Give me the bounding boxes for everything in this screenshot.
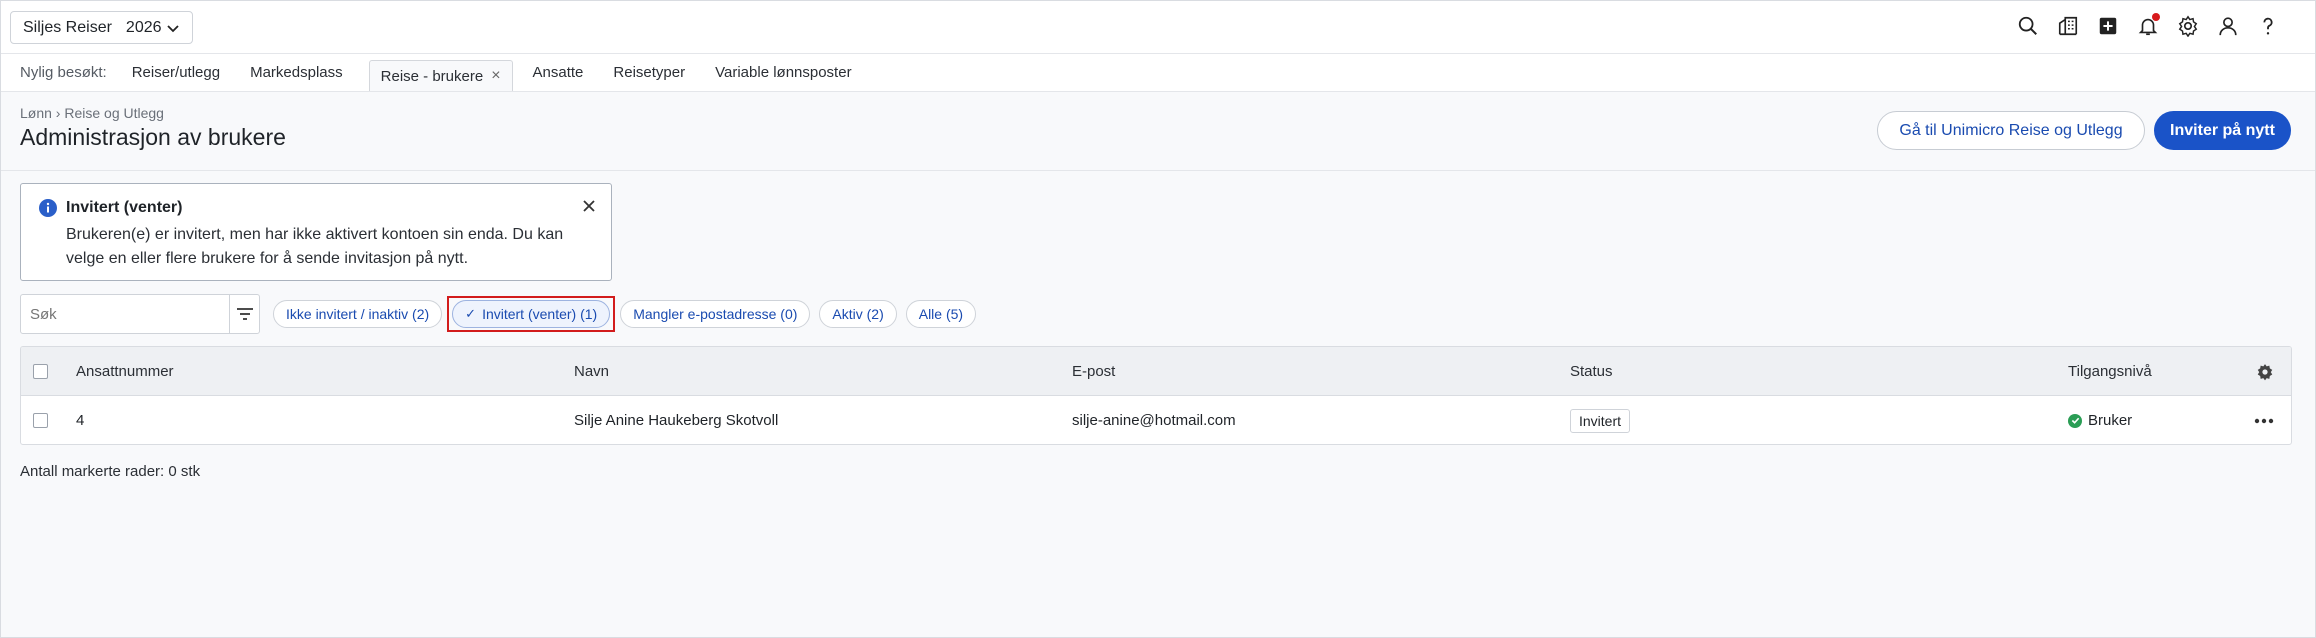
recent-tab-label: Reise - brukere xyxy=(380,67,484,85)
breadcrumb[interactable]: Lønn › Reise og Utlegg xyxy=(20,105,164,121)
table-settings[interactable] xyxy=(2256,347,2274,396)
top-bar: Siljes Reiser 2026 xyxy=(1,1,2315,54)
selected-rows-count: Antall markerte rader: 0 stk xyxy=(20,463,201,480)
add-icon[interactable] xyxy=(2097,15,2119,37)
more-horizontal-icon xyxy=(2254,418,2274,423)
search-field xyxy=(20,294,260,334)
col-employee-no[interactable]: Ansattnummer xyxy=(76,347,174,396)
users-table: Ansattnummer Navn E-post Status Tilgangs… xyxy=(20,346,2292,445)
col-status[interactable]: Status xyxy=(1570,347,1613,396)
reinvite-button[interactable]: Inviter på nytt xyxy=(2154,111,2291,150)
cell-access: Bruker xyxy=(2068,396,2133,444)
company-selector[interactable]: Siljes Reiser 2026 xyxy=(10,11,193,44)
select-all-checkbox-cell xyxy=(33,347,48,396)
recent-label: Nylig besøkt: xyxy=(20,64,107,81)
chip-missing-email[interactable]: Mangler e-postadresse (0) xyxy=(620,300,811,328)
recent-link-travel-types[interactable]: Reisetyper xyxy=(613,64,685,81)
help-icon[interactable] xyxy=(2257,15,2279,37)
user-icon[interactable] xyxy=(2217,15,2239,37)
company-icon[interactable] xyxy=(2057,15,2079,37)
highlight-box: ✓ Invitert (venter) (1) xyxy=(447,296,616,332)
info-banner: Invitert (venter) Brukeren(e) er inviter… xyxy=(20,183,612,281)
table-header: Ansattnummer Navn E-post Status Tilgangs… xyxy=(21,347,2291,396)
company-year: 2026 xyxy=(125,18,162,36)
row-menu-button[interactable] xyxy=(2254,396,2274,444)
row-checkbox-cell xyxy=(33,396,48,444)
recent-bar: Nylig besøkt: Reiser/utlegg Markedsplass… xyxy=(1,54,2315,92)
access-level: Bruker xyxy=(2088,412,2133,429)
info-text: Brukeren(e) er invitert, men har ikke ak… xyxy=(66,226,564,267)
cell-employee-no: 4 xyxy=(76,412,85,429)
row-checkbox[interactable] xyxy=(33,413,48,428)
search-icon[interactable] xyxy=(2017,15,2039,37)
goto-reise-button[interactable]: Gå til Unimicro Reise og Utlegg xyxy=(1877,111,2145,150)
table-row[interactable]: 4 Silje Anine Haukeberg Skotvoll silje-a… xyxy=(21,396,2291,444)
close-icon[interactable] xyxy=(581,198,597,214)
close-icon[interactable]: × xyxy=(491,67,500,85)
gear-icon[interactable] xyxy=(2177,15,2199,37)
check-circle-icon xyxy=(2068,413,2082,428)
status-badge: Invitert xyxy=(1570,408,1631,433)
cell-status: Invitert xyxy=(1570,396,1631,444)
cell-email: silje-anine@hotmail.com xyxy=(1072,412,1236,429)
page-title: Administrasjon av brukere xyxy=(20,124,286,150)
check-icon: ✓ xyxy=(465,306,477,321)
filter-icon xyxy=(236,308,253,320)
recent-link-employees[interactable]: Ansatte xyxy=(533,64,584,81)
col-name[interactable]: Navn xyxy=(574,347,609,396)
chip-invited[interactable]: ✓ Invitert (venter) (1) xyxy=(452,300,611,328)
info-icon xyxy=(39,199,57,217)
chip-not-invited[interactable]: Ikke invitert / inaktiv (2) xyxy=(273,300,443,328)
recent-tab-active[interactable]: Reise - brukere × xyxy=(368,60,513,91)
gear-icon xyxy=(2257,363,2273,380)
cell-name: Silje Anine Haukeberg Skotvoll xyxy=(574,412,779,429)
select-all-checkbox[interactable] xyxy=(33,364,48,379)
chip-active[interactable]: Aktiv (2) xyxy=(819,300,897,328)
info-title: Invitert (venter) xyxy=(66,199,183,216)
filter-chips: Ikke invitert / inaktiv (2) ✓ Invitert (… xyxy=(273,296,977,332)
col-email[interactable]: E-post xyxy=(1072,347,1115,396)
chip-all[interactable]: Alle (5) xyxy=(905,300,977,328)
filter-button[interactable] xyxy=(229,295,259,333)
col-access[interactable]: Tilgangsnivå xyxy=(2068,347,2152,396)
search-input[interactable] xyxy=(21,305,229,323)
top-icons xyxy=(2017,13,2279,37)
notification-dot xyxy=(2152,13,2160,21)
chevron-down-icon xyxy=(167,24,179,32)
bell-icon[interactable] xyxy=(2137,13,2160,37)
company-name: Siljes Reiser xyxy=(23,18,112,36)
page-header: Lønn › Reise og Utlegg Administrasjon av… xyxy=(1,93,2315,171)
recent-link-marketplace[interactable]: Markedsplass xyxy=(250,64,343,81)
recent-link-variable-wages[interactable]: Variable lønnsposter xyxy=(715,64,851,81)
recent-link-travel[interactable]: Reiser/utlegg xyxy=(132,64,220,81)
chip-invited-label: Invitert (venter) (1) xyxy=(482,306,598,322)
